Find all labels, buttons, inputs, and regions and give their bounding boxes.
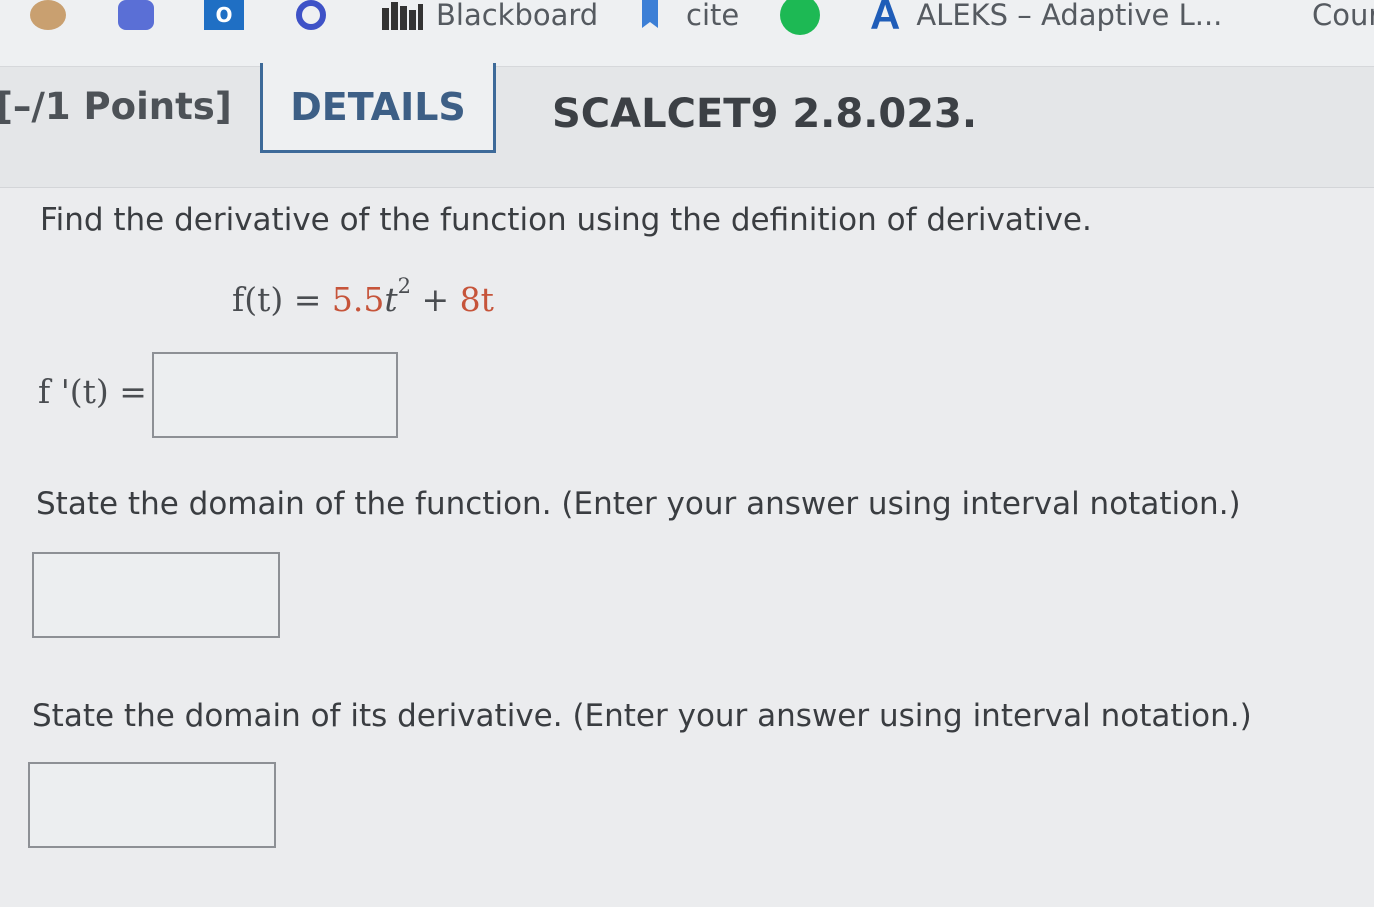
function-exponent: 2 bbox=[397, 274, 411, 298]
bookmark-item-cite[interactable]: cite bbox=[640, 0, 739, 36]
function-linear-term: 8t bbox=[459, 280, 494, 319]
bookmark-item-outlook[interactable]: O bbox=[204, 0, 244, 36]
bookmark-icon-2 bbox=[118, 0, 154, 30]
function-lhs: f(t) = bbox=[232, 280, 322, 319]
bookmarks-bar: O Blackboard cite A ALEKS – Adaptive L..… bbox=[0, 0, 1374, 67]
bookmark-item-course[interactable]: Cour bbox=[1312, 0, 1374, 36]
bookmark-flag-icon bbox=[640, 0, 660, 30]
aleks-icon: A bbox=[870, 0, 901, 38]
function-variable: t bbox=[384, 280, 398, 319]
domain-function-prompt: State the domain of the function. (Enter… bbox=[36, 486, 1241, 522]
function-coefficient: 5.5 bbox=[331, 280, 385, 319]
details-button[interactable]: DETAILS bbox=[260, 63, 496, 153]
bookmark-label-blackboard: Blackboard bbox=[436, 0, 599, 32]
search-app-icon bbox=[296, 0, 326, 30]
bookmark-label-cite: cite bbox=[686, 0, 740, 32]
bookmark-item-aleks[interactable]: A ALEKS – Adaptive L... bbox=[870, 0, 1223, 38]
points-label: [–/1 Points] bbox=[0, 85, 232, 128]
bookmark-label-aleks: ALEKS – Adaptive L... bbox=[916, 0, 1223, 32]
question-body: Find the derivative of the function usin… bbox=[0, 188, 1374, 907]
outlook-icon: O bbox=[204, 0, 244, 30]
bookmark-icon-1 bbox=[30, 0, 66, 30]
function-formula: f(t) = 5.5t2 + 8t bbox=[232, 274, 494, 319]
function-plus: + bbox=[421, 280, 450, 319]
instruction-text: Find the derivative of the function usin… bbox=[40, 202, 1092, 238]
bookmark-item-1[interactable] bbox=[30, 0, 66, 36]
domain-derivative-prompt: State the domain of its derivative. (Ent… bbox=[32, 698, 1252, 734]
bookmark-item-2[interactable] bbox=[118, 0, 154, 36]
bookmark-item-blackboard[interactable]: Blackboard bbox=[380, 0, 598, 36]
domain-derivative-input[interactable] bbox=[28, 762, 276, 848]
derivative-label: f '(t) = bbox=[38, 372, 147, 411]
bookmark-item-search-app[interactable] bbox=[296, 0, 326, 36]
blackboard-icon bbox=[380, 0, 424, 30]
spotify-icon bbox=[780, 0, 820, 35]
domain-function-input[interactable] bbox=[32, 552, 280, 638]
derivative-answer-input[interactable] bbox=[152, 352, 398, 438]
question-id: SCALCET9 2.8.023. bbox=[552, 91, 978, 137]
bookmark-label-course: Cour bbox=[1312, 0, 1374, 32]
bookmark-item-spotify[interactable] bbox=[780, 0, 820, 36]
question-header: [–/1 Points] DETAILS SCALCET9 2.8.023. bbox=[0, 63, 1374, 188]
